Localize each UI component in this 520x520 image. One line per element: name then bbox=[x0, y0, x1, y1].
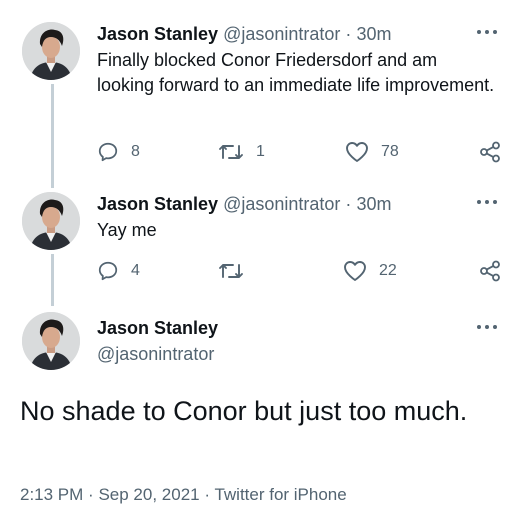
retweet-icon bbox=[219, 145, 243, 159]
separator: · bbox=[204, 485, 211, 504]
retweet-icon bbox=[219, 264, 243, 278]
author-name[interactable]: Jason Stanley bbox=[97, 317, 218, 339]
tweet-actions: 4 22 bbox=[97, 258, 501, 284]
share-button[interactable] bbox=[479, 139, 501, 165]
retweet-button[interactable]: 1 bbox=[218, 139, 265, 165]
like-button[interactable]: 78 bbox=[345, 139, 399, 165]
tweet-text: No shade to Conor but just too much. bbox=[20, 396, 468, 426]
more-icon[interactable] bbox=[477, 27, 499, 37]
like-icon bbox=[346, 142, 368, 162]
timestamp-date[interactable]: Sep 20, 2021 bbox=[98, 485, 199, 504]
tweet-text: Yay me bbox=[97, 220, 157, 240]
retweet-count: 1 bbox=[256, 143, 265, 160]
avatar-image bbox=[22, 312, 80, 370]
author-name[interactable]: Jason Stanley bbox=[97, 194, 218, 214]
author-name[interactable]: Jason Stanley bbox=[97, 24, 218, 44]
reply-count: 8 bbox=[131, 143, 140, 160]
like-count: 22 bbox=[379, 262, 397, 279]
like-count: 78 bbox=[381, 143, 399, 160]
timestamp[interactable]: 30m bbox=[356, 24, 391, 44]
avatar-image bbox=[22, 22, 80, 80]
like-button[interactable]: 22 bbox=[343, 258, 397, 284]
share-icon bbox=[480, 141, 500, 163]
timestamp-time[interactable]: 2:13 PM bbox=[20, 485, 83, 504]
tweet-source[interactable]: Twitter for iPhone bbox=[214, 485, 346, 504]
avatar[interactable] bbox=[22, 22, 80, 80]
thread-connector bbox=[51, 254, 54, 306]
avatar[interactable] bbox=[22, 192, 80, 250]
reply-count: 4 bbox=[131, 262, 140, 279]
timestamp[interactable]: 30m bbox=[356, 194, 391, 214]
author-handle[interactable]: @jasonintrator bbox=[223, 194, 340, 214]
reply-button[interactable]: 4 bbox=[97, 258, 140, 284]
reply-button[interactable]: 8 bbox=[97, 139, 140, 165]
share-button[interactable] bbox=[479, 258, 501, 284]
reply-icon bbox=[98, 261, 118, 281]
avatar[interactable] bbox=[22, 312, 80, 370]
separator: · bbox=[345, 194, 352, 214]
avatar-image bbox=[22, 192, 80, 250]
author-handle[interactable]: @jasonintrator bbox=[223, 24, 340, 44]
share-icon bbox=[480, 260, 500, 282]
thread-connector bbox=[51, 84, 54, 188]
more-icon[interactable] bbox=[477, 322, 499, 332]
author-handle[interactable]: @jasonintrator bbox=[97, 343, 214, 365]
separator: · bbox=[88, 485, 94, 504]
more-icon[interactable] bbox=[477, 197, 499, 207]
like-icon bbox=[344, 261, 366, 281]
retweet-button[interactable] bbox=[218, 258, 256, 284]
tweet-header: Jason Stanley @jasonintrator · 30m bbox=[97, 193, 391, 215]
tweet-header: Jason Stanley @jasonintrator · 30m bbox=[97, 23, 391, 45]
tweet-text: Finally blocked Conor Friedersdorf and a… bbox=[97, 50, 495, 95]
tweet-meta: 2:13 PM · Sep 20, 2021 · Twitter for iPh… bbox=[20, 484, 347, 506]
separator: · bbox=[345, 24, 352, 44]
tweet-actions: 8 1 78 bbox=[97, 139, 501, 165]
reply-icon bbox=[98, 142, 118, 162]
